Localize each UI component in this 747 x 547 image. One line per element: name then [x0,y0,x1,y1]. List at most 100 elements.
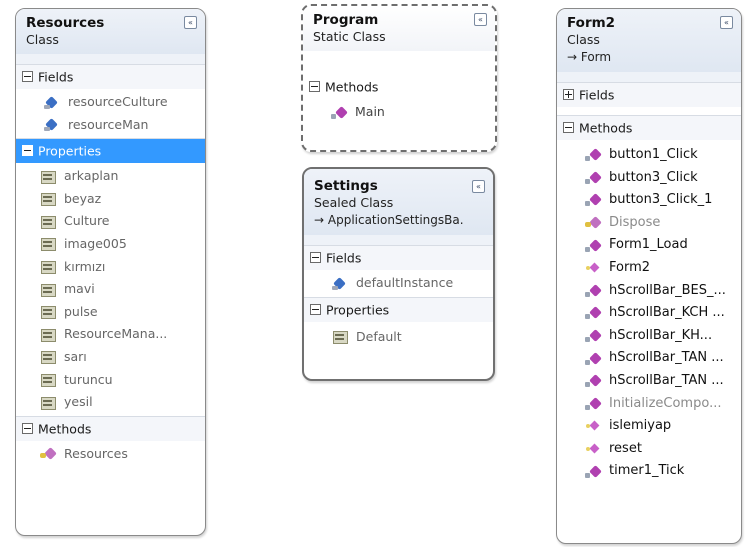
property-item[interactable]: yesil [40,391,205,414]
property-item[interactable]: arkaplan [40,165,205,188]
method-item[interactable]: Main [331,101,495,124]
base-class: → ApplicationSettingsBa... [314,213,463,227]
property-icon [40,170,56,184]
expand-plus-icon[interactable] [563,89,574,100]
property-icon [40,283,56,297]
program-header[interactable]: Program Static Class « [303,6,495,51]
property-icon [40,192,56,207]
form2-header[interactable]: Form2 Class → Form « [557,9,741,72]
section-label: Properties [326,302,390,318]
method-item[interactable]: hScrollBar_KH... [585,325,741,348]
property-item[interactable]: kırmızı [40,256,205,279]
constructor-icon [40,447,56,461]
collapse-icon[interactable]: « [474,13,487,26]
method-item[interactable]: button3_Click [585,167,741,190]
method-item[interactable]: InitializeCompo... [585,393,741,416]
fields-section-header[interactable]: Fields [16,64,205,89]
method-icon [585,284,601,298]
constructor-icon [585,261,601,275]
class-name: Resources [26,15,105,31]
class-name: Program [313,12,379,28]
method-item[interactable]: hScrollBar_TAN ... [585,370,741,393]
private-method-icon [585,419,601,433]
property-item[interactable]: mavi [40,278,205,301]
property-item[interactable]: beyaz [40,188,205,211]
field-icon [332,277,348,291]
method-item[interactable]: Dispose [585,212,741,235]
property-icon [40,373,56,388]
class-kind: Class [567,32,600,47]
properties-section-header[interactable]: Properties [304,296,493,322]
method-icon [585,306,601,320]
collapse-minus-icon[interactable] [310,303,321,315]
property-icon [40,215,56,229]
property-icon [40,260,56,275]
property-item[interactable]: Culture [40,210,205,233]
method-item[interactable]: islemiyap [585,415,741,438]
collapse-icon[interactable]: « [472,180,485,193]
method-icon [585,193,601,207]
section-label: Fields [38,69,74,85]
field-item[interactable]: resourceMan [44,114,205,137]
methods-section-header[interactable]: Methods [303,75,495,99]
methods-section-header[interactable]: Methods [557,115,741,140]
property-icon [40,305,56,320]
property-item[interactable]: pulse [40,301,205,324]
method-icon [585,465,601,479]
property-item[interactable]: sarı [40,346,205,369]
property-icon [40,396,56,410]
settings-class-box[interactable]: Settings Sealed Class → ApplicationSetti… [302,167,495,381]
property-item[interactable]: ResourceMana... [40,323,205,346]
property-item[interactable]: turuncu [40,369,205,392]
resources-header[interactable]: Resources Class « [16,9,205,54]
program-class-box[interactable]: Program Static Class « Methods Main [301,4,497,152]
method-item[interactable]: Resources [40,443,205,466]
property-icon [40,350,56,365]
method-icon [585,239,601,253]
class-kind: Class [26,32,59,47]
method-item[interactable]: hScrollBar_KCH ... [585,302,741,325]
collapse-minus-icon[interactable] [22,145,33,157]
property-item[interactable]: Default [332,326,493,349]
property-icon [332,330,348,345]
collapse-minus-icon[interactable] [563,122,574,133]
class-name: Settings [314,178,378,194]
property-item[interactable]: image005 [40,233,205,256]
fields-section-header[interactable]: Fields [557,82,741,107]
resources-class-box[interactable]: Resources Class « Fields resourceCulture… [15,8,206,536]
collapse-minus-icon[interactable] [310,252,321,263]
collapse-minus-icon[interactable] [22,422,33,434]
protected-method-icon [585,216,601,230]
method-item[interactable]: hScrollBar_BES_... [585,280,741,303]
collapse-icon[interactable]: « [184,16,197,29]
class-kind: Static Class [313,29,386,44]
method-item[interactable]: timer1_Tick [585,460,741,483]
field-icon [44,118,60,132]
section-label: Fields [326,250,362,266]
method-icon [585,171,601,185]
properties-section-header[interactable]: Properties [16,138,205,164]
method-item[interactable]: Form1_Load [585,234,741,257]
class-kind: Sealed Class [314,195,394,210]
method-item[interactable]: button3_Click_1 [585,189,741,212]
method-item[interactable]: Form2 [585,257,741,280]
method-item[interactable]: button1_Click [585,144,741,167]
collapse-minus-icon[interactable] [309,81,320,92]
method-icon [585,374,601,388]
method-icon [585,397,601,411]
fields-section-header[interactable]: Fields [304,245,493,270]
collapse-minus-icon[interactable] [22,71,33,82]
field-item[interactable]: defaultInstance [332,272,493,295]
section-label: Properties [38,143,102,159]
collapse-icon[interactable]: « [720,16,733,29]
section-label: Fields [579,87,615,103]
form2-class-box[interactable]: Form2 Class → Form « Fields Methods butt… [556,8,742,544]
field-icon [44,96,60,110]
method-item[interactable]: reset [585,438,741,461]
method-icon [585,329,601,343]
method-item[interactable]: hScrollBar_TAN ... [585,347,741,370]
field-item[interactable]: resourceCulture [44,91,205,114]
methods-section-header[interactable]: Methods [16,415,205,441]
section-label: Methods [325,79,379,95]
settings-header[interactable]: Settings Sealed Class → ApplicationSetti… [304,169,493,235]
